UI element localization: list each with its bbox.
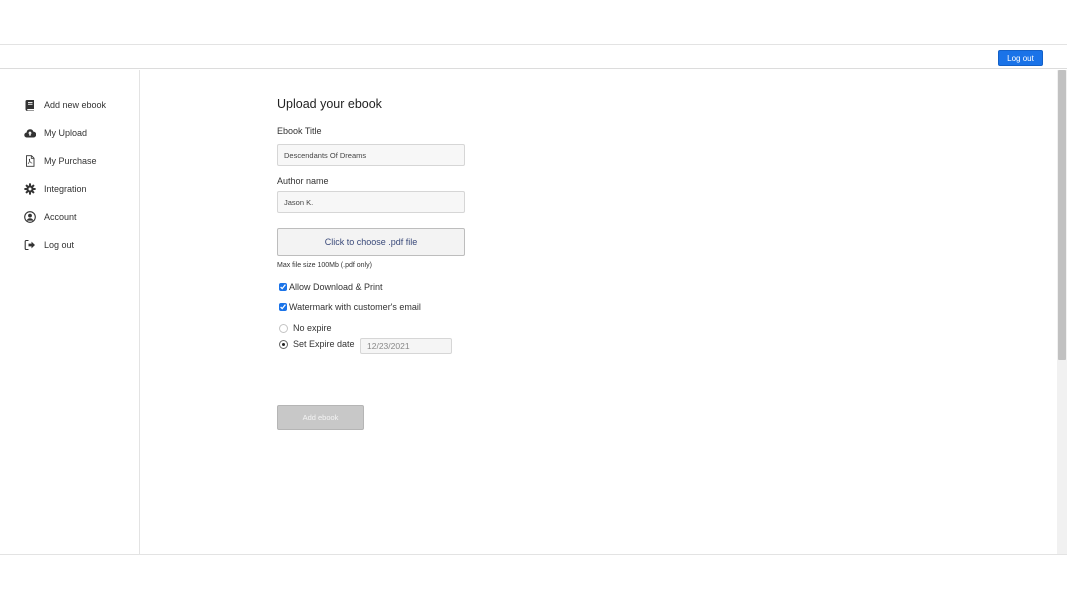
choose-pdf-file-button[interactable]: Click to choose .pdf file (277, 228, 465, 256)
page-title: Upload your ebook (277, 97, 382, 111)
sidebar-item-label: Integration (44, 184, 87, 194)
sidebar-item-label: My Upload (44, 128, 88, 138)
allow-download-option[interactable]: Allow Download & Print (279, 282, 383, 292)
header-bar: Log out (0, 44, 1067, 69)
set-expire-label: Set Expire date (293, 339, 355, 349)
no-expire-radio[interactable] (279, 323, 288, 333)
sidebar-item-my-purchase[interactable]: My Purchase (24, 154, 97, 168)
sidebar-item-add-new-ebook[interactable]: Add new ebook (24, 98, 106, 112)
watermark-option[interactable]: Watermark with customer's email (279, 302, 421, 312)
expire-date-input[interactable] (360, 338, 452, 354)
allow-download-label: Allow Download & Print (289, 282, 383, 292)
set-expire-option[interactable]: Set Expire date (279, 339, 355, 349)
sidebar: Add new ebook My Upload My Purchase Inte… (0, 70, 140, 554)
sidebar-item-label: Log out (44, 240, 75, 250)
cloud-upload-icon (24, 127, 36, 139)
author-name-label: Author name (277, 176, 329, 186)
sidebar-item-label: My Purchase (44, 156, 97, 166)
set-expire-radio[interactable] (279, 339, 288, 349)
page-scrollbar[interactable] (1057, 70, 1067, 554)
add-ebook-button[interactable]: Add ebook (277, 405, 364, 430)
sidebar-item-log-out[interactable]: Log out (24, 238, 74, 252)
footer-divider (0, 554, 1067, 555)
user-circle-icon (24, 211, 36, 223)
watermark-checkbox[interactable] (279, 303, 287, 311)
sidebar-item-my-upload[interactable]: My Upload (24, 126, 87, 140)
sidebar-item-label: Add new ebook (44, 100, 107, 110)
ebook-title-label: Ebook Title (277, 126, 322, 136)
scrollbar-thumb[interactable] (1058, 70, 1066, 360)
header-logout-button[interactable]: Log out (998, 50, 1043, 66)
sign-out-icon (24, 239, 36, 251)
sidebar-item-label: Account (44, 212, 77, 222)
top-blank-area (0, 0, 1067, 44)
ebook-title-input[interactable] (277, 144, 465, 166)
sidebar-item-integration[interactable]: Integration (24, 182, 87, 196)
pdf-file-icon (24, 155, 36, 167)
upload-form-panel: Upload your ebook Ebook Title Author nam… (141, 70, 1057, 554)
allow-download-checkbox[interactable] (279, 283, 287, 291)
gear-icon (24, 183, 36, 195)
sidebar-item-account[interactable]: Account (24, 210, 77, 224)
author-name-input[interactable] (277, 191, 465, 213)
file-size-hint: Max file size 100Mb (.pdf only) (277, 262, 372, 269)
no-expire-label: No expire (293, 323, 332, 333)
no-expire-option[interactable]: No expire (279, 323, 332, 333)
watermark-label: Watermark with customer's email (289, 302, 421, 312)
book-icon (24, 99, 36, 111)
